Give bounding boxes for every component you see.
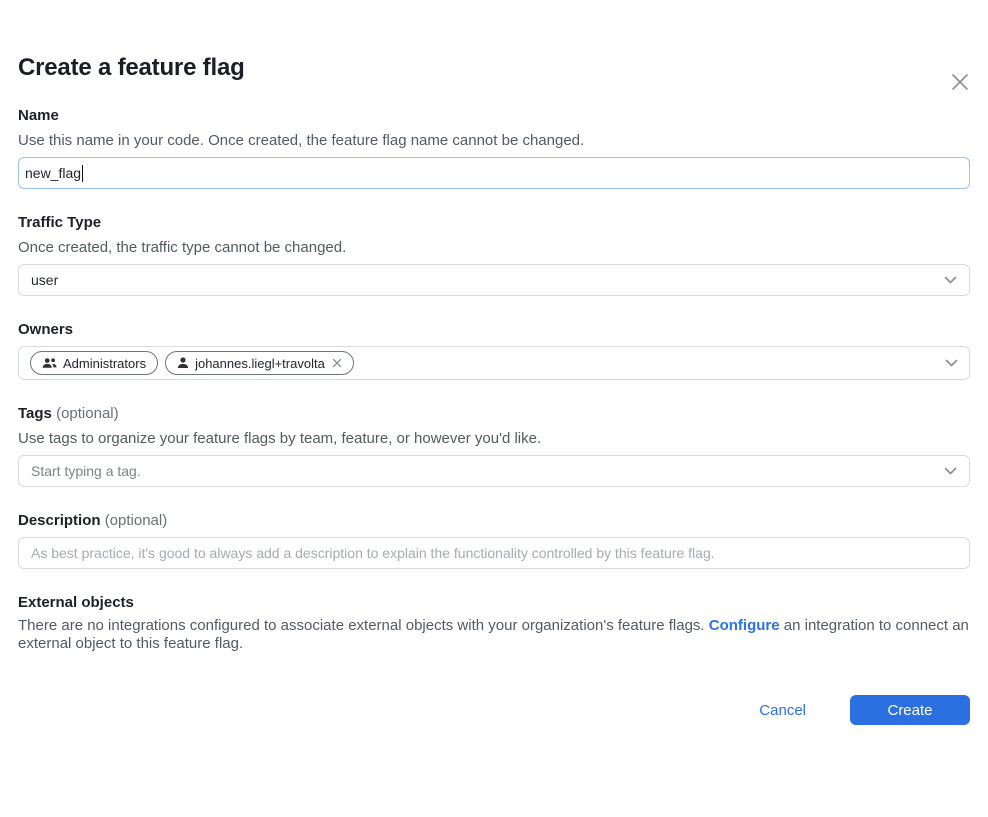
group-icon (42, 357, 57, 369)
name-label: Name (18, 107, 970, 125)
traffic-type-value: user (31, 272, 58, 288)
owners-field: Owners Administrators (18, 321, 970, 380)
tags-field: Tags (optional) Use tags to organize you… (18, 405, 970, 487)
create-button[interactable]: Create (850, 695, 970, 725)
chip-remove-button[interactable] (332, 358, 342, 368)
name-helper: Use this name in your code. Once created… (18, 132, 970, 150)
tags-label: Tags (optional) (18, 405, 970, 423)
traffic-type-label: Traffic Type (18, 214, 970, 232)
tags-select (18, 455, 970, 487)
modal-footer: Cancel Create (0, 695, 988, 725)
x-icon (332, 358, 342, 368)
chevron-down-icon (944, 276, 957, 284)
traffic-type-field: Traffic Type Once created, the traffic t… (18, 214, 970, 296)
external-objects-text: There are no integrations configured to … (18, 617, 970, 653)
chevron-down-icon (945, 359, 958, 367)
tags-input[interactable] (31, 463, 944, 479)
description-input-box (18, 537, 970, 569)
create-feature-flag-modal: Create a feature flag Name Use this name… (0, 54, 988, 725)
owner-chip-label: johannes.liegl+travolta (195, 356, 325, 371)
tags-optional-text: (optional) (56, 405, 119, 422)
traffic-type-select[interactable]: user (18, 264, 970, 296)
description-label-text: Description (18, 512, 101, 529)
cancel-button[interactable]: Cancel (759, 702, 806, 719)
description-field: Description (optional) (18, 512, 970, 569)
external-objects-section: External objects There are no integratio… (18, 594, 970, 653)
external-objects-text-before: There are no integrations configured to … (18, 617, 709, 634)
description-optional-text: (optional) (105, 512, 168, 529)
name-input-value: new_flag (25, 165, 81, 181)
owner-chip-user: johannes.liegl+travolta (165, 351, 354, 375)
owner-chip-label: Administrators (63, 356, 146, 371)
owners-multiselect[interactable]: Administrators johannes.liegl+travolta (18, 346, 970, 380)
close-button[interactable] (946, 68, 974, 96)
tags-helper: Use tags to organize your feature flags … (18, 430, 970, 448)
external-objects-label: External objects (18, 594, 970, 612)
name-input[interactable]: new_flag (18, 157, 970, 189)
traffic-type-helper: Once created, the traffic type cannot be… (18, 239, 970, 257)
description-input[interactable] (31, 545, 957, 561)
chevron-down-icon (944, 467, 957, 475)
text-caret (82, 165, 83, 182)
name-field: Name Use this name in your code. Once cr… (18, 107, 970, 189)
description-label: Description (optional) (18, 512, 970, 530)
x-icon (949, 71, 971, 93)
owner-chip-administrators: Administrators (30, 351, 158, 375)
owners-label: Owners (18, 321, 970, 339)
page-title: Create a feature flag (18, 54, 970, 82)
tags-label-text: Tags (18, 405, 52, 422)
configure-link[interactable]: Configure (709, 617, 780, 634)
person-icon (177, 357, 189, 369)
